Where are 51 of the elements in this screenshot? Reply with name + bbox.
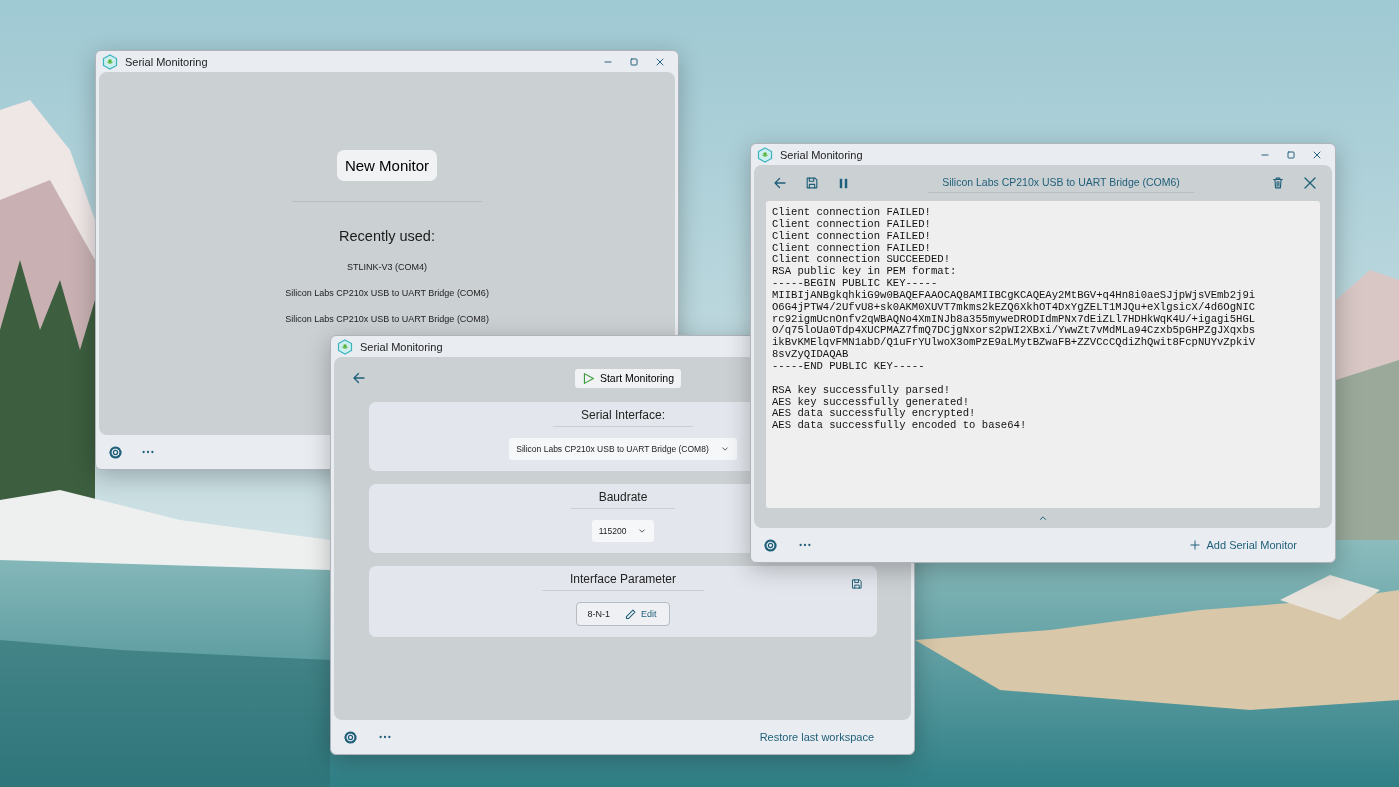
dropdown[interactable]: Silicon Labs CP210x USB to UART Bridge (COM8): [509, 438, 737, 460]
pencil-icon: [624, 607, 637, 621]
log-line: O6G4jPTW4/2UfvU8+sk0AKM0XUVT7mkms2kEZQ6XkhOT4DxYgZELT1MJQu+eXlgsicX/4d6OgNIC: [772, 301, 1257, 314]
maximize-icon[interactable]: [628, 55, 640, 68]
window-title: Serial Monitoring: [125, 55, 208, 68]
log-line: Client connection FAILED!: [772, 218, 932, 231]
edit-button[interactable]: Edit: [624, 607, 657, 621]
log-line: RSA key successfully parsed!: [772, 384, 951, 397]
log-line: Client connection FAILED!: [772, 242, 932, 254]
card-title: Interface Parameter: [541, 572, 705, 591]
device-title: Silicon Labs CP210x USB to UART Bridge (COM6): [928, 173, 1194, 193]
recent-item[interactable]: Silicon Labs CP210x USB to UART Bridge (COM8): [285, 314, 489, 324]
log-line: -----BEGIN PUBLIC KEY-----: [772, 278, 939, 290]
log-line: 8svZyQIDAQAB: [772, 349, 850, 361]
start-monitoring-button[interactable]: Start Monitoring: [574, 368, 682, 388]
back-icon[interactable]: [772, 175, 788, 191]
add-serial-monitor-link[interactable]: Add Serial Monitor: [1188, 539, 1297, 551]
restore-workspace-link[interactable]: Restore last workspace: [759, 731, 874, 743]
plus-icon: [1188, 539, 1201, 551]
card-title: Serial Interface:: [552, 408, 693, 427]
trash-icon[interactable]: [1271, 176, 1285, 190]
save-icon[interactable]: [805, 176, 819, 190]
log-line: Client connection FAILED!: [772, 207, 932, 219]
window-title: Serial Monitoring: [360, 340, 443, 353]
play-icon: [581, 371, 595, 385]
log-line: -----END PUBLIC KEY-----: [772, 360, 926, 373]
maximize-icon[interactable]: [1285, 148, 1297, 161]
recent-heading: Recently used:: [339, 228, 435, 244]
close-icon[interactable]: [1302, 175, 1318, 191]
log-line: AES data successfully encrypted!: [772, 408, 977, 420]
recent-item[interactable]: STLINK-V3 (COM4): [347, 262, 427, 272]
app-logo-icon: [337, 338, 353, 355]
log-line: ikBvKMElqvFMN1abD/Q1uFrYUlwoX3omPzE9aLMytBZwaFB+ZZVCcCQdiZhQwit8FcpNUYvZpkiV: [772, 337, 1257, 350]
log-line: AES data successfully encoded to base64!: [772, 420, 1028, 433]
log-line: MIIBIjANBgkqhkiG9w0BAQEFAAOCAQ8AMIIBCgKCAQEAy2MtBGV+q4Hn8i0aeSJjpWjsVEmb2j9i: [772, 289, 1257, 302]
log-line: AES key successfully generated!: [772, 396, 971, 408]
log-line: Client connection FAILED!: [772, 230, 932, 243]
app-logo-icon: [102, 53, 118, 70]
log-line: Client connection SUCCEEDED!: [772, 254, 951, 266]
log-line: O/q75loUa0Tdp4XUCPMAZ7fmQ7DCjgNxors2pWI2XBxi/YwwZt7vMdMLa94Czxb5pGHPZgJXqxbs: [772, 325, 1257, 337]
log-line: rc92igmUcnOnfv2qWBAQNo4XmINJb8a355myweDRODIdmPNx7dEiZLl7HDHkWqK4U/+igagi5HGL: [772, 313, 1257, 325]
window-title: Serial Monitoring: [780, 148, 863, 161]
card-title: Baudrate: [570, 490, 676, 509]
app-logo-icon: [757, 146, 773, 163]
save-icon[interactable]: [851, 578, 863, 590]
recent-item[interactable]: Silicon Labs CP210x USB to UART Bridge (COM6): [285, 288, 489, 298]
log-line: RSA public key in PEM format:: [772, 266, 958, 279]
parameter-field[interactable]: 8-N-1 Edit: [576, 602, 670, 626]
new-monitor-button[interactable]: New Monitor: [336, 150, 438, 181]
back-icon[interactable]: [351, 370, 367, 386]
dropdown[interactable]: 115200: [591, 520, 655, 542]
